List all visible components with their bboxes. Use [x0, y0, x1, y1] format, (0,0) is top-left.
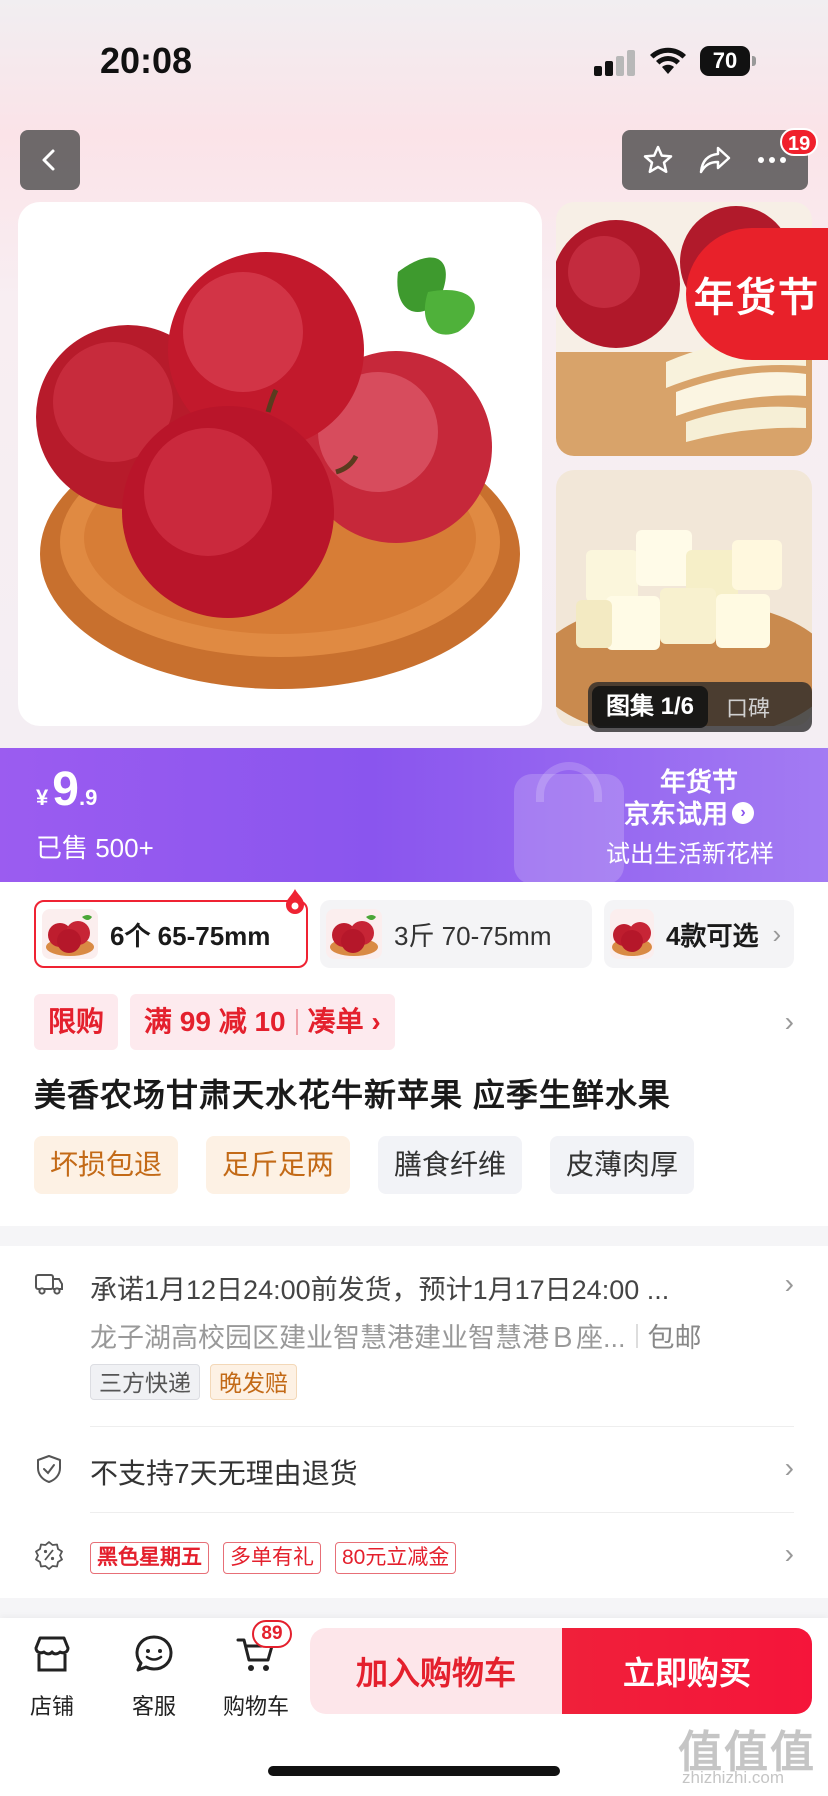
battery-level: 70	[700, 46, 750, 76]
promotion-tags: 黑色星期五 多单有礼 80元立减金	[90, 1542, 470, 1574]
section-divider	[0, 1598, 828, 1618]
divider-line	[90, 1426, 794, 1427]
third-party-express-tag: 三方快递	[90, 1364, 200, 1400]
shipping-address: 龙子湖高校园区建业智慧港建业智慧港Ｂ座...	[90, 1323, 626, 1353]
shipping-promise: 承诺1月12日24:00前发货，预计1月17日24:00 ...	[90, 1275, 670, 1305]
shield-check-icon	[37, 1455, 61, 1483]
chevron-right-icon[interactable]: ›	[785, 1538, 794, 1570]
store-icon	[34, 1636, 70, 1672]
section-divider	[0, 1226, 828, 1246]
price-band: ¥ 9 .9 已售 500+ 年货节 京东试用 › 试出生活新花样	[0, 748, 828, 882]
chevron-right-icon: ›	[772, 918, 782, 949]
chat-smile-icon	[135, 1635, 173, 1672]
star-icon	[644, 145, 673, 174]
hot-flame-icon	[286, 889, 304, 914]
tab-reviews[interactable]: 口碑	[726, 691, 770, 723]
return-policy: 不支持7天无理由退货	[90, 1458, 358, 1489]
watermark-url: zhizhizhi.com	[682, 1768, 785, 1787]
home-indicator[interactable]	[268, 1766, 560, 1776]
notification-badge: 19	[780, 128, 819, 156]
variant-more-label: 4款可选	[666, 920, 759, 951]
cart-label: 购物车	[222, 1694, 289, 1719]
new-year-festival-badge: 年货节	[686, 228, 828, 360]
price-currency: ¥	[36, 785, 49, 810]
free-shipping-label: 包邮	[647, 1323, 702, 1353]
status-bar: 20:08 70	[0, 0, 828, 120]
price: ¥ 9 .9	[36, 762, 97, 817]
combine-order-link[interactable]: 凑单 ›	[308, 994, 381, 1050]
jd-trial-link[interactable]: 京东试用 ›	[624, 794, 755, 831]
shipping-address-row[interactable]: 龙子湖高校园区建业智慧港建业智慧港Ｂ座... 包邮	[90, 1316, 702, 1355]
service-label: 客服	[131, 1694, 176, 1719]
variant-thumb	[326, 909, 382, 959]
delivery-truck-icon	[35, 1274, 63, 1295]
variant-more[interactable]: 4款可选 ›	[604, 900, 794, 968]
cellular-signal-icon	[594, 50, 636, 76]
feature-tag: 足斤足两	[206, 1136, 351, 1194]
price-integer: 9	[52, 763, 79, 816]
feature-tag: 皮薄肉厚	[550, 1136, 695, 1194]
back-button[interactable]	[20, 130, 80, 190]
variant-label: 6个 65-75mm	[110, 920, 271, 951]
chevron-right-icon[interactable]: ›	[785, 1452, 794, 1484]
chevron-left-icon	[42, 149, 55, 171]
variant-option-2[interactable]: 3斤 70-75mm	[320, 900, 592, 968]
feature-tag: 膳食纤维	[378, 1136, 523, 1194]
divider-line	[90, 1512, 794, 1513]
discount-deal-tag[interactable]: 满 99 减 10 凑单 ›	[130, 994, 395, 1050]
chevron-right-icon[interactable]: ›	[785, 1268, 794, 1300]
product-title: 美香农场甘肃天水花牛新苹果 应季生鲜水果	[34, 1077, 671, 1113]
store-button[interactable]: 店铺	[12, 1632, 92, 1721]
sold-count: 已售 500+	[36, 833, 154, 863]
battery-icon: 70	[700, 46, 756, 76]
more-dots-icon	[757, 157, 786, 163]
cart-count-badge: 89	[252, 1620, 292, 1648]
tab-album[interactable]: 图集 1/6	[592, 686, 709, 728]
feature-tag: 坏损包退	[34, 1136, 179, 1194]
variant-label: 3斤 70-75mm	[394, 920, 552, 951]
share-icon	[699, 146, 731, 174]
buy-now-button[interactable]: 立即购买	[562, 1628, 812, 1714]
promo-tag: 多单有礼	[223, 1542, 321, 1574]
apple-plate-image	[36, 252, 520, 689]
limit-purchase-tag: 限购	[34, 994, 119, 1050]
share-button[interactable]	[693, 138, 737, 182]
variant-thumb	[42, 909, 98, 959]
promo-title-text: 京东试用	[624, 799, 729, 829]
store-label: 店铺	[29, 1694, 74, 1719]
price-decimal: .9	[78, 785, 98, 810]
discount-badge-icon	[35, 1541, 63, 1570]
variant-thumb	[610, 909, 654, 959]
late-delivery-compensation-tag: 晚发赔	[210, 1364, 297, 1400]
variant-option-1[interactable]: 6个 65-75mm	[34, 900, 308, 968]
promo-subtitle: 试出生活新花样	[606, 841, 774, 868]
status-time: 20:08	[100, 40, 193, 81]
favorite-button[interactable]	[636, 138, 680, 182]
wifi-icon	[650, 47, 686, 74]
main-product-image[interactable]	[18, 202, 542, 726]
discount-text: 满 99 减 10	[144, 1006, 286, 1037]
arrow-right-circle-icon: ›	[732, 801, 755, 824]
gallery-tabs: 图集 1/6 口碑	[588, 682, 812, 732]
customer-service-button[interactable]: 客服	[114, 1632, 194, 1721]
promo-tag: 80元立减金	[335, 1542, 457, 1574]
shipping-tags: 三方快递 晚发赔	[90, 1364, 307, 1400]
promo-tag: 黑色星期五	[90, 1542, 209, 1574]
chevron-right-icon[interactable]: ›	[785, 1006, 794, 1038]
add-to-cart-button[interactable]: 加入购物车	[310, 1628, 562, 1714]
